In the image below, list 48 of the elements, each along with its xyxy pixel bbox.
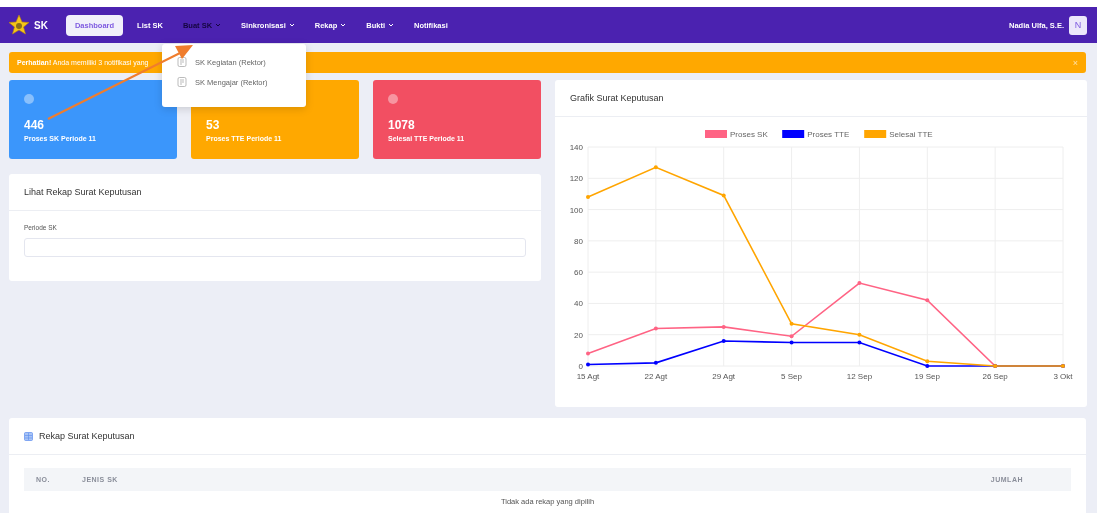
y-tick-label: 20 [574, 330, 583, 340]
data-point [586, 351, 590, 356]
y-tick-label: 140 [569, 143, 583, 152]
document-icon [177, 77, 187, 87]
legend-label: Proses SK [730, 130, 768, 139]
data-point [653, 165, 658, 170]
x-tick-label: 29 Agt [712, 372, 736, 381]
document-icon [177, 57, 187, 67]
data-point [925, 298, 930, 303]
legend-label: Proses TTE [807, 130, 850, 139]
y-tick-label: 100 [569, 205, 583, 215]
y-tick-label: 0 [578, 362, 583, 371]
card-title: Lihat Rekap Surat Keputusan [24, 187, 142, 197]
stat-value: 53 [206, 118, 221, 132]
x-tick-label: 3 Okt [1053, 372, 1073, 381]
data-point [789, 321, 794, 326]
data-point [586, 362, 590, 367]
brand-name: SK [34, 19, 48, 31]
x-tick-label: 22 Agt [644, 372, 668, 381]
data-point [721, 338, 726, 343]
x-tick-label: 19 Sep [914, 372, 940, 381]
x-tick-label: 12 Sep [846, 372, 873, 381]
card-title: Rekap Surat Keputusan [39, 431, 135, 441]
user-avatar[interactable]: N [1069, 15, 1087, 35]
data-point [721, 324, 726, 329]
y-tick-label: 80 [574, 236, 583, 246]
x-tick-label: 15 Agt [576, 372, 600, 381]
data-point [653, 360, 658, 365]
periode-field[interactable] [24, 238, 526, 257]
y-tick-label: 40 [574, 299, 583, 309]
stat-value: 1078 [388, 118, 416, 132]
x-tick-label: 5 Sep [781, 372, 802, 381]
data-point [653, 326, 658, 331]
y-tick-label: 60 [574, 268, 583, 278]
data-point [721, 193, 726, 198]
table-icon [24, 431, 33, 441]
info-icon [388, 94, 398, 104]
y-tick-label: 120 [569, 174, 583, 184]
x-tick-label: 26 Sep [982, 372, 1008, 381]
legend-label: Selesai TTE [889, 130, 933, 139]
card-title: Grafik Surat Keputusan [570, 93, 664, 103]
star-emblem-icon [8, 14, 30, 36]
data-point [857, 332, 862, 337]
data-point [857, 281, 862, 286]
info-icon [24, 94, 34, 104]
data-point [857, 340, 862, 345]
stat-value: 446 [24, 118, 46, 132]
data-point [586, 195, 590, 200]
